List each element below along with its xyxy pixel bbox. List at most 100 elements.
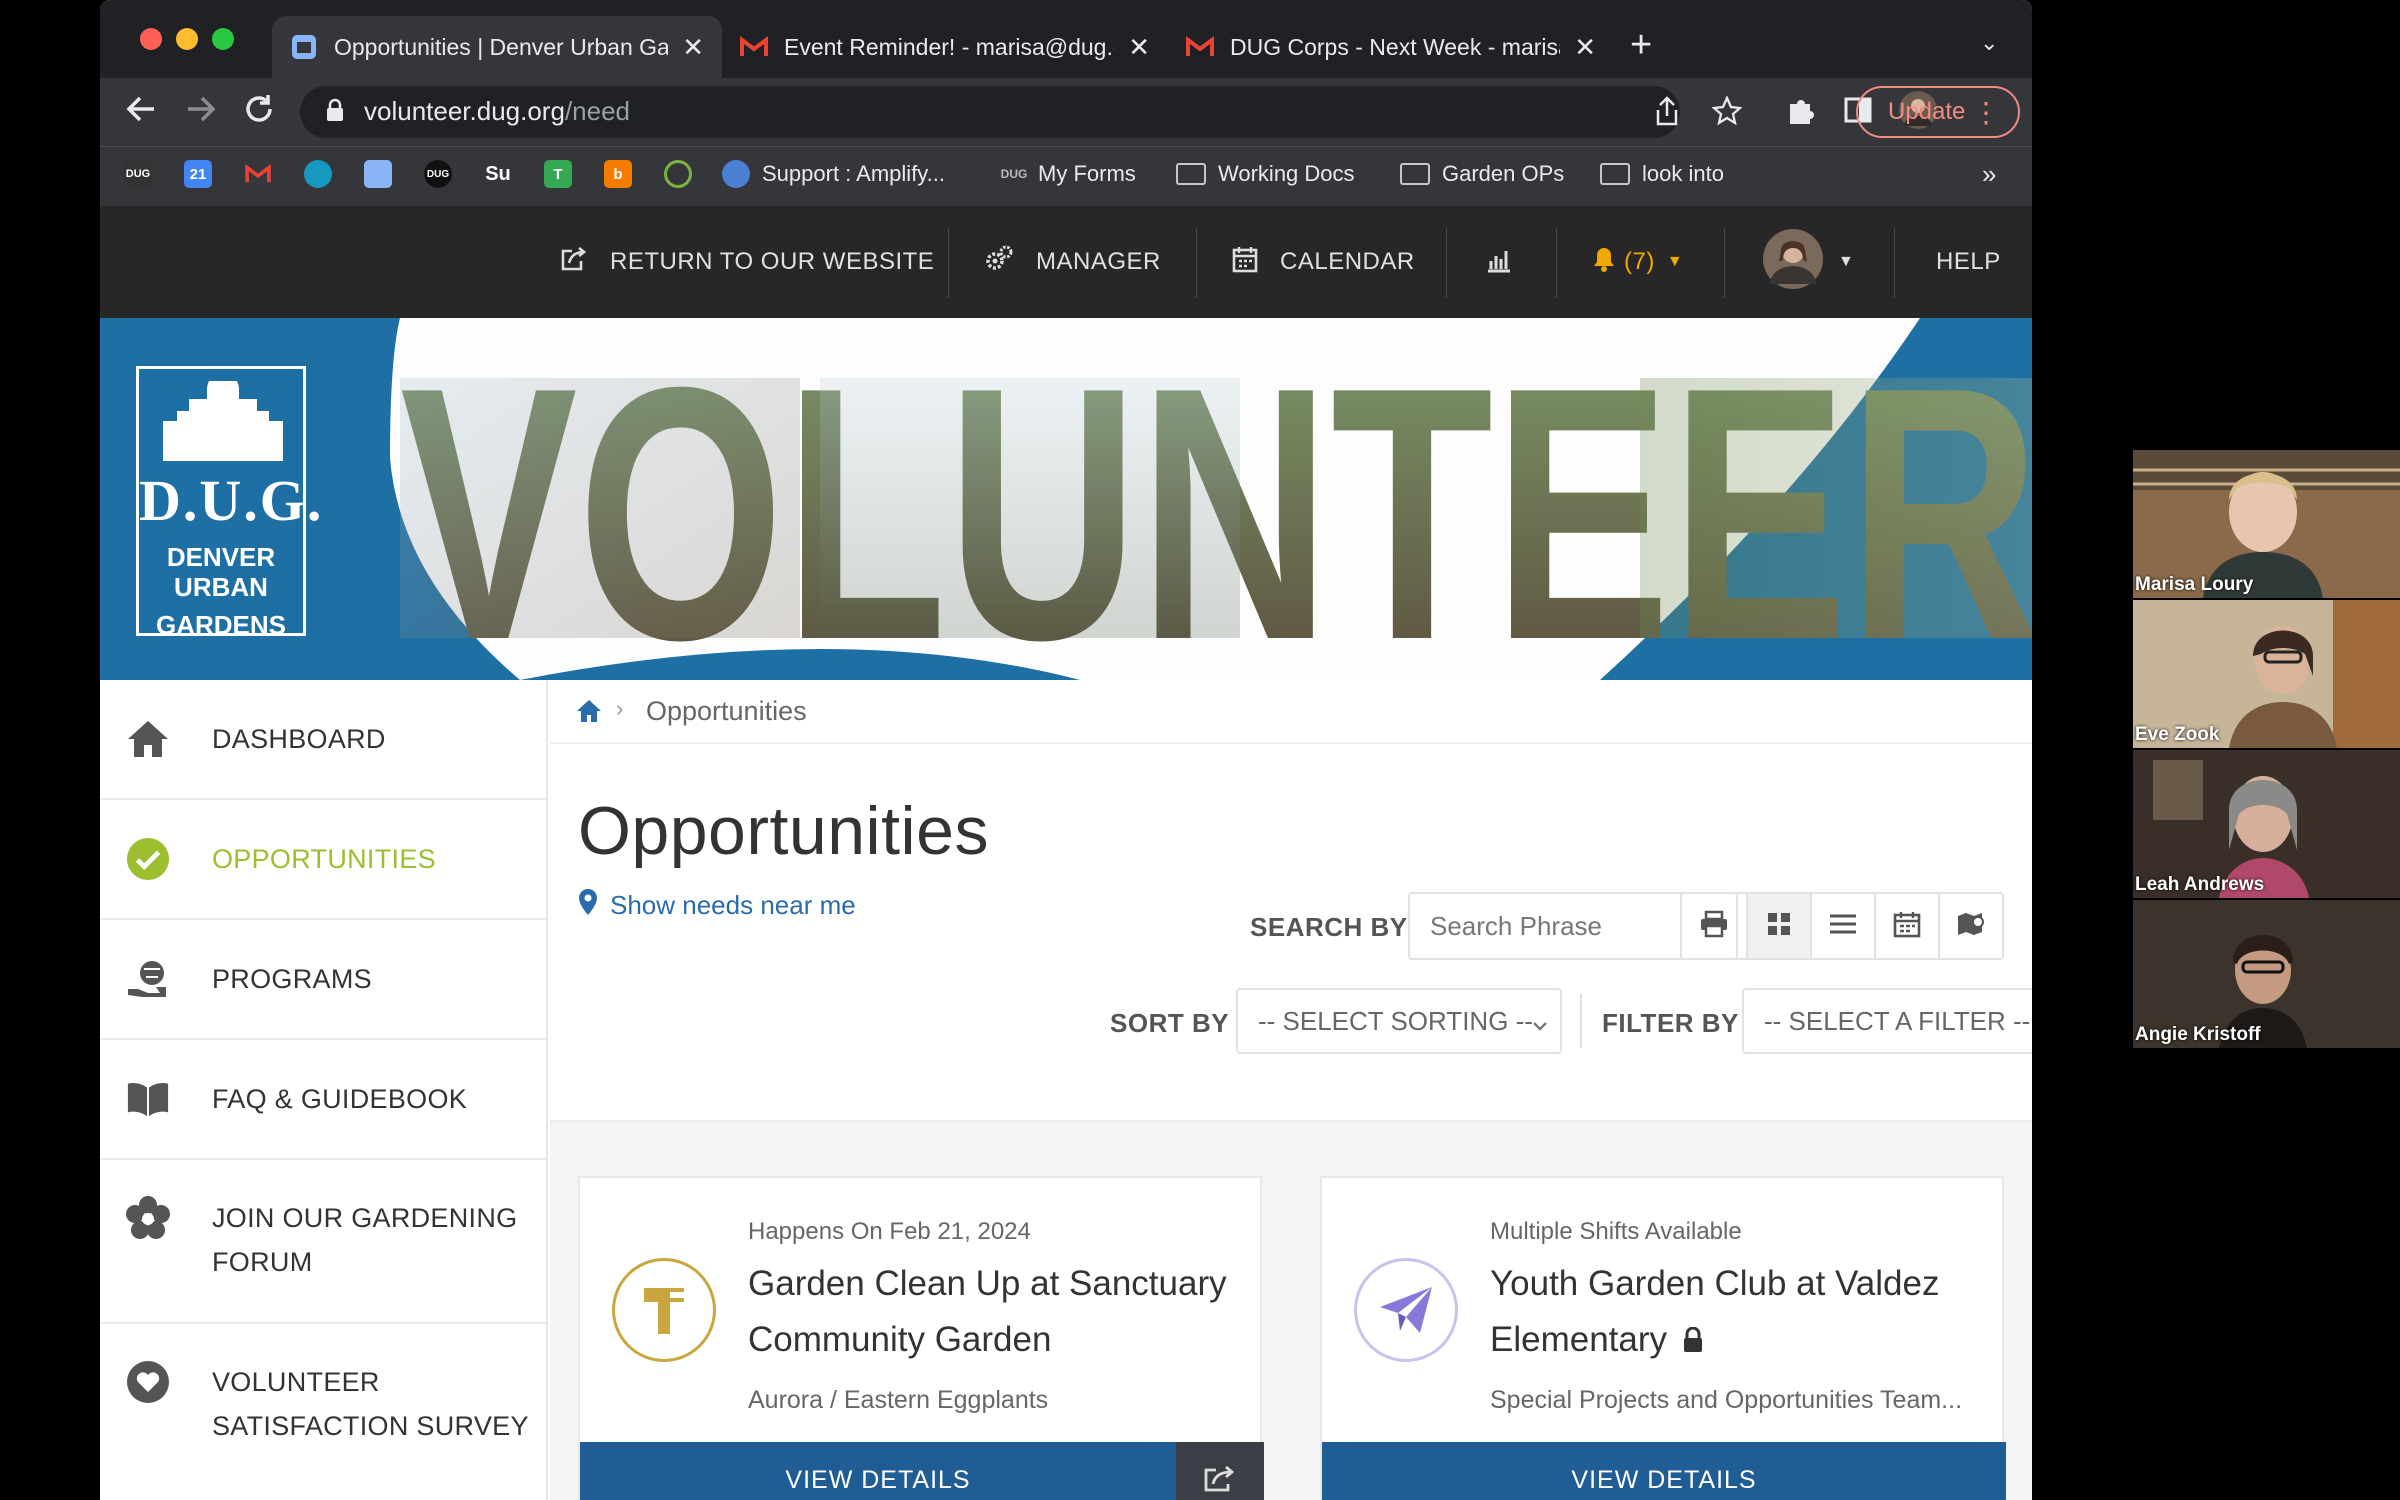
- more-menu-icon[interactable]: ⋮: [1972, 96, 2000, 129]
- calendar-view-button[interactable]: [1874, 894, 1938, 958]
- bookmark-working-docs[interactable]: Working Docs: [1176, 158, 1355, 190]
- update-button[interactable]: Update ⋮: [1856, 86, 2020, 138]
- nav-divider: [1196, 228, 1197, 298]
- video-tile[interactable]: Eve Zook: [2133, 600, 2400, 748]
- return-to-website-link[interactable]: RETURN TO OUR WEBSITE: [560, 206, 934, 318]
- bookmark-b[interactable]: b: [604, 158, 632, 190]
- sidebar-item-label: OPPORTUNITIES: [212, 844, 436, 874]
- tab-opportunities[interactable]: Opportunities | Denver Urban Gardens ✕: [272, 16, 722, 78]
- user-menu[interactable]: ▼: [1762, 206, 1854, 318]
- gears-icon: [984, 244, 1014, 281]
- sidebar-item-label: FAQ & GUIDEBOOK: [212, 1084, 468, 1114]
- bookmark-overflow-chevron[interactable]: »: [1982, 158, 1996, 190]
- book-icon: [126, 1077, 170, 1121]
- new-tab-icon[interactable]: +: [1630, 24, 1652, 67]
- video-tile[interactable]: Leah Andrews: [2133, 750, 2400, 898]
- tab-dug-corps[interactable]: DUG Corps - Next Week - marisa@dug.org ✕: [1168, 16, 1614, 78]
- bookmark-garden-ops[interactable]: Garden OPs: [1400, 158, 1564, 190]
- caret-down-icon: ▼: [1838, 253, 1855, 270]
- opportunity-card[interactable]: Multiple Shifts Available Youth Garden C…: [1320, 1176, 2006, 1500]
- map-icon: [1956, 910, 1986, 943]
- tab-event-reminder[interactable]: Event Reminder! - marisa@dug.org ✕: [722, 16, 1168, 78]
- grid-view-button[interactable]: [1746, 894, 1810, 958]
- caret-down-icon: ▼: [1666, 253, 1684, 270]
- logo-building-icon: [163, 381, 283, 461]
- nav-divider: [1894, 228, 1895, 298]
- sidebar-item-gardening-forum[interactable]: JOIN OUR GARDENING FORUM: [100, 1160, 546, 1324]
- sidebar-item-programs[interactable]: PROGRAMS: [100, 920, 546, 1040]
- sidebar-item-label-line2: SATISFACTION SURVEY: [212, 1411, 529, 1441]
- extensions-puzzle-icon[interactable]: [1786, 96, 1816, 133]
- back-arrow-icon[interactable]: [124, 92, 158, 135]
- sidebar-item-satisfaction-survey[interactable]: VOLUNTEER SATISFACTION SURVEY: [100, 1324, 546, 1488]
- close-window-button[interactable]: [140, 28, 162, 50]
- manager-link[interactable]: MANAGER: [984, 206, 1161, 318]
- bookmark-my-forms[interactable]: DUG My Forms: [1000, 158, 1136, 190]
- view-details-button[interactable]: VIEW DETAILS: [580, 1442, 1176, 1500]
- notifications-dropdown[interactable]: (7) ▼: [1592, 206, 1683, 318]
- card-title[interactable]: Garden Clean Up at Sanctuary Community G…: [748, 1256, 1238, 1368]
- bookmark-dug-3[interactable]: DUG: [424, 158, 452, 190]
- folder-icon: [1176, 163, 1206, 185]
- site-top-nav: RETURN TO OUR WEBSITE MANAGER CALENDAR (…: [100, 206, 2032, 318]
- sidebar-item-faq-guidebook[interactable]: FAQ & GUIDEBOOK: [100, 1040, 546, 1160]
- opportunity-card[interactable]: Happens On Feb 21, 2024 Garden Clean Up …: [578, 1176, 1264, 1500]
- lock-icon[interactable]: [326, 98, 344, 122]
- bookmark-calendar[interactable]: 21: [184, 158, 212, 190]
- calendar-link[interactable]: CALENDAR: [1232, 206, 1415, 318]
- show-needs-near-me-link[interactable]: Show needs near me: [578, 888, 856, 923]
- minimize-window-button[interactable]: [176, 28, 198, 50]
- bookmark-look-into[interactable]: look into: [1600, 158, 1724, 190]
- help-link[interactable]: HELP: [1936, 206, 2001, 318]
- close-tab-icon[interactable]: ✕: [1574, 32, 1596, 63]
- card-date: Happens On Feb 21, 2024: [748, 1218, 1031, 1245]
- participant-name: Angie Kristoff: [2135, 1024, 2261, 1045]
- bookmark-t[interactable]: T: [544, 158, 572, 190]
- sidebar-item-label: PROGRAMS: [212, 964, 372, 994]
- close-tab-icon[interactable]: ✕: [682, 32, 704, 63]
- globe-icon: [722, 160, 750, 188]
- card-subtitle: Special Projects and Opportunities Team.…: [1490, 1386, 1963, 1414]
- home-breadcrumb-icon[interactable]: [576, 698, 602, 729]
- hand-globe-icon: [126, 957, 170, 1001]
- list-view-button[interactable]: [1810, 894, 1874, 958]
- video-tile[interactable]: Marisa Loury: [2133, 450, 2400, 598]
- reports-link[interactable]: [1484, 206, 1534, 318]
- bookmark-support-amplify[interactable]: Support : Amplify...: [722, 158, 945, 190]
- sidebar-item-label: DASHBOARD: [212, 724, 386, 754]
- bookmark-gmail[interactable]: [244, 158, 272, 190]
- bookmark-dug-2[interactable]: [364, 158, 392, 190]
- reload-icon[interactable]: [242, 92, 276, 135]
- bookmark-clock[interactable]: [664, 158, 692, 190]
- sidebar-item-dashboard[interactable]: DASHBOARD: [100, 680, 546, 800]
- filter-select[interactable]: -- SELECT A FILTER --: [1742, 988, 2032, 1054]
- bookmark-star-icon[interactable]: [1711, 95, 1743, 133]
- bookmark-dug[interactable]: DUG: [124, 158, 152, 190]
- flower-icon: [126, 1196, 170, 1240]
- close-tab-icon[interactable]: ✕: [1128, 32, 1150, 63]
- url-text[interactable]: volunteer.dug.org/need: [364, 96, 630, 127]
- dug-favicon-bookmark-icon: [364, 160, 392, 188]
- tab-search-chevron-icon[interactable]: ⌄: [1980, 30, 1998, 56]
- share-arrow-icon: [1203, 1464, 1237, 1497]
- user-avatar: [1762, 228, 1824, 297]
- maximize-window-button[interactable]: [212, 28, 234, 50]
- url-path: /need: [564, 96, 631, 126]
- bookmark-salesforce[interactable]: [304, 158, 332, 190]
- video-tile[interactable]: Angie Kristoff: [2133, 900, 2400, 1048]
- card-title-text: Youth Garden Club at Valdez Elementary: [1490, 1264, 1940, 1359]
- forward-arrow-icon[interactable]: [184, 92, 218, 135]
- dug-logo[interactable]: D.U.G. DENVER URBAN GARDENS: [136, 366, 321, 640]
- share-icon[interactable]: [1654, 96, 1680, 133]
- chevron-right-icon: ›: [616, 696, 624, 721]
- card-title[interactable]: Youth Garden Club at Valdez Elementary: [1490, 1256, 1980, 1370]
- share-button[interactable]: [1176, 1442, 1264, 1500]
- view-details-button[interactable]: VIEW DETAILS: [1322, 1442, 2006, 1500]
- sort-select[interactable]: -- SELECT SORTING --: [1236, 988, 1562, 1054]
- bookmark-su[interactable]: Su: [484, 158, 512, 190]
- print-button[interactable]: [1682, 894, 1746, 958]
- help-label: HELP: [1936, 248, 2001, 275]
- bookmark-label: look into: [1642, 161, 1724, 186]
- sidebar-item-opportunities[interactable]: OPPORTUNITIES: [100, 800, 546, 920]
- map-view-button[interactable]: [1938, 894, 2002, 958]
